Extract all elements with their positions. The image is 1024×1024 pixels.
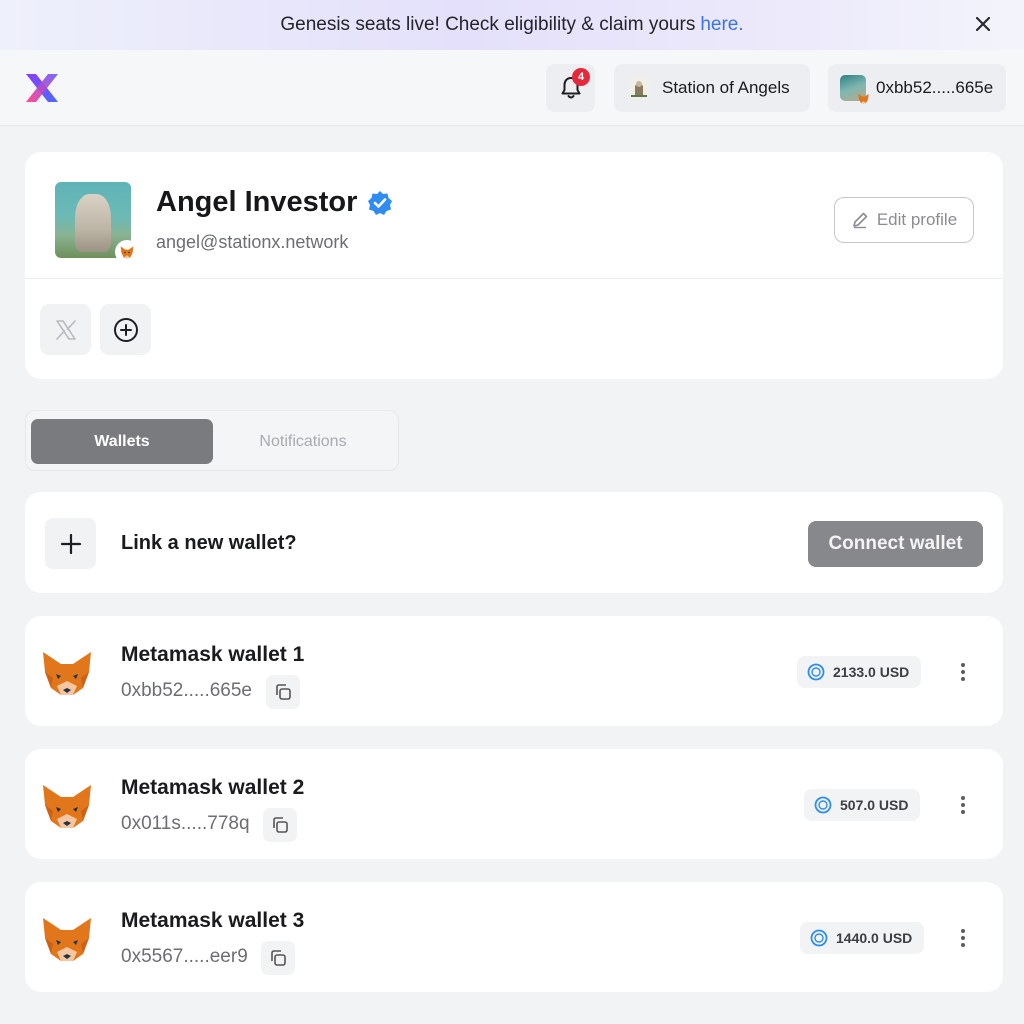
link-wallet-card: Link a new wallet? Connect wallet — [25, 492, 1003, 593]
copy-icon — [271, 950, 286, 966]
wallet-row: Metamask wallet 2 0x011s.....778q 507.0 … — [25, 749, 1003, 859]
metamask-fox-icon — [858, 93, 869, 104]
station-name: Station of Angels — [662, 78, 790, 97]
metamask-fox-icon — [43, 652, 91, 695]
balance-badge: 2133.0 USD — [797, 656, 922, 688]
wallet-address: 0x011s.....778q — [121, 813, 250, 834]
edit-profile-label: Edit profile — [876, 210, 958, 229]
wallet-balance: 1440.0 USD — [836, 930, 913, 946]
x-logo-icon — [55, 319, 76, 340]
wallet-balance: 507.0 USD — [840, 797, 909, 813]
copy-address-button[interactable] — [263, 808, 297, 842]
banner-text: Genesis seats live! Check eligibility & … — [280, 14, 696, 35]
edit-profile-button[interactable]: Edit profile — [834, 197, 974, 243]
station-avatar-icon — [629, 77, 649, 99]
copy-address-button[interactable] — [266, 675, 300, 709]
balance-badge: 507.0 USD — [804, 789, 921, 821]
more-options-icon[interactable] — [951, 656, 975, 688]
account-wallet-button[interactable]: 0xbb52.....665e — [828, 64, 1006, 112]
station-selector-button[interactable]: Station of Angels — [614, 64, 810, 112]
profile-email: angel@stationx.network — [156, 232, 349, 252]
tab-notifications[interactable]: Notifications — [212, 419, 394, 464]
copy-icon — [276, 684, 291, 700]
profile-card: Angel Investor angel@stationx.network Ed… — [25, 152, 1003, 379]
wallet-address: 0x5567.....eer9 — [121, 946, 248, 967]
wallet-row: Metamask wallet 3 0x5567.....eer9 1440.0… — [25, 882, 1003, 992]
header-wallet-address: 0xbb52.....665e — [876, 78, 994, 97]
wallet-row: Metamask wallet 1 0xbb52.....665e 2133.0… — [25, 616, 1003, 726]
copy-icon — [273, 817, 288, 833]
profile-avatar — [55, 182, 139, 264]
metamask-fox-icon — [43, 918, 91, 961]
metamask-fox-icon — [120, 246, 134, 259]
profile-tabs: Wallets Notifications — [25, 410, 399, 471]
balance-badge: 1440.0 USD — [800, 922, 925, 954]
more-options-icon[interactable] — [951, 922, 975, 954]
notification-count-badge: 4 — [572, 68, 590, 86]
divider — [25, 278, 1003, 279]
wallet-address: 0xbb52.....665e — [121, 680, 252, 701]
connect-wallet-button[interactable]: Connect wallet — [808, 521, 983, 567]
profile-name-row: Angel Investor — [156, 186, 393, 219]
link-wallet-prompt: Link a new wallet? — [121, 532, 297, 554]
stationx-logo[interactable] — [22, 70, 62, 106]
usdc-coin-icon — [810, 929, 828, 947]
metamask-fox-icon — [43, 785, 91, 828]
top-header: 4 Station of Angels 0xbb52.....665e — [0, 50, 1024, 126]
wallet-name: Metamask wallet 3 — [121, 909, 305, 932]
metamask-badge — [115, 240, 139, 264]
copy-address-button[interactable] — [261, 941, 295, 975]
add-wallet-button[interactable] — [45, 518, 96, 569]
wallet-balance: 2133.0 USD — [833, 664, 910, 680]
plus-icon — [60, 533, 81, 554]
wallet-name: Metamask wallet 2 — [121, 776, 305, 799]
pencil-icon — [853, 212, 868, 229]
plus-circle-icon — [113, 317, 138, 342]
announcement-banner: Genesis seats live! Check eligibility & … — [0, 0, 1024, 50]
avatar — [840, 75, 869, 104]
more-options-icon[interactable] — [951, 789, 975, 821]
verified-check-icon — [368, 190, 393, 215]
banner-claim-link[interactable]: here. — [700, 14, 743, 36]
usdc-coin-icon — [807, 663, 825, 681]
x-social-button[interactable] — [40, 304, 91, 355]
close-icon[interactable] — [972, 13, 994, 35]
thinker-statue-image — [75, 194, 111, 252]
add-social-button[interactable] — [100, 304, 151, 355]
wallet-name: Metamask wallet 1 — [121, 643, 305, 666]
notifications-button[interactable]: 4 — [546, 64, 595, 112]
tab-wallets[interactable]: Wallets — [31, 419, 213, 464]
usdc-coin-icon — [814, 796, 832, 814]
profile-name: Angel Investor — [156, 186, 358, 218]
